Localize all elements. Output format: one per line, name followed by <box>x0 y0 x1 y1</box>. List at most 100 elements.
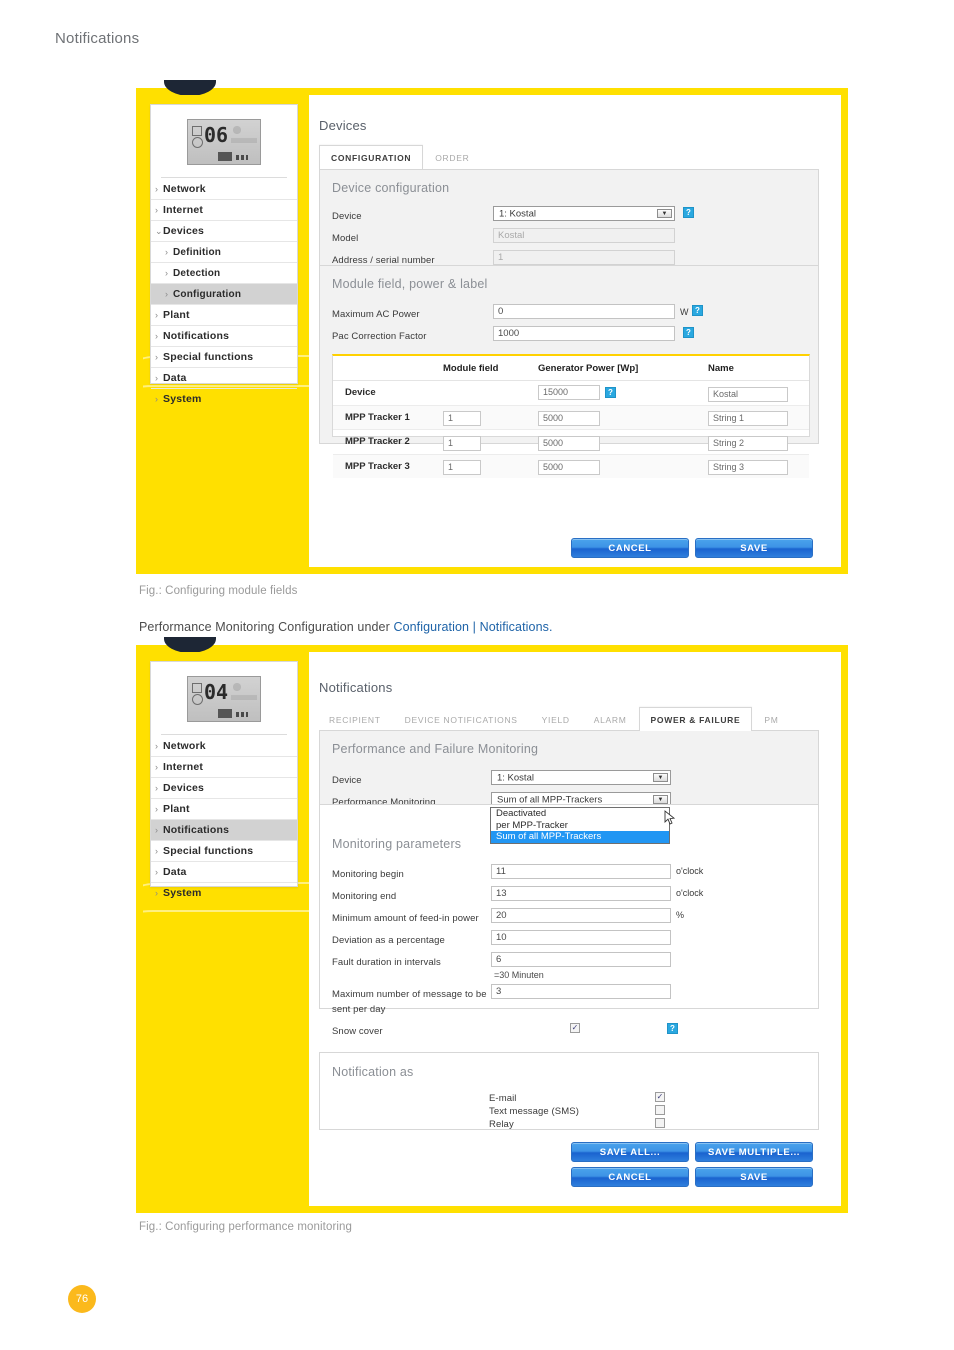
address-serial-field: 1 <box>493 250 675 265</box>
module-field-input[interactable]: 1 <box>443 435 481 451</box>
sidebar-item-definition[interactable]: › Definition <box>151 242 297 263</box>
snow-cover-checkbox[interactable] <box>570 1023 580 1033</box>
tab-configuration[interactable]: CONFIGURATION <box>319 145 424 169</box>
name-field[interactable]: String 3 <box>708 460 788 476</box>
table-header-generator-power: Generator Power [Wp] <box>538 362 639 374</box>
sidebar-item-label: Special functions <box>163 845 254 857</box>
tab-recipient[interactable]: RECIPIENT <box>317 707 393 731</box>
device-help-icon[interactable]: ? <box>683 207 694 218</box>
tab-yield[interactable]: YIELD <box>530 707 582 731</box>
minimum-feed-in-power-unit: % <box>676 910 685 920</box>
chevron-right-icon: › <box>155 867 159 877</box>
max-messages-label-line1: Maximum number of message to be <box>332 989 487 1000</box>
row-name: String 3 <box>708 457 809 476</box>
deviation-percentage-field[interactable]: 10 <box>491 930 671 945</box>
generator-power-field[interactable]: 15000 <box>538 385 600 401</box>
device-select[interactable]: 1: Kostal ▼ <box>493 206 675 221</box>
relay-checkbox[interactable] <box>655 1118 665 1128</box>
save-multiple-button[interactable]: SAVE MULTIPLE... <box>695 1142 813 1162</box>
fault-duration-field[interactable]: 6 <box>491 952 671 967</box>
pac-correction-help-icon[interactable]: ? <box>683 327 694 338</box>
sidebar-item-label: Detection <box>173 268 221 279</box>
maximum-ac-power-field[interactable]: 0 <box>493 304 675 319</box>
sidebar-item-detection[interactable]: › Detection <box>151 263 297 284</box>
monitoring-parameters-title: Monitoring parameters <box>332 837 462 851</box>
page-number-badge: 76 <box>68 1285 96 1313</box>
email-checkbox[interactable] <box>655 1092 665 1102</box>
chevron-right-icon: › <box>155 205 159 215</box>
row-label: MPP Tracker 2 <box>345 436 410 448</box>
generator-power-field[interactable]: 5000 <box>538 460 600 476</box>
sidebar-item-system[interactable]: › System <box>151 883 297 904</box>
generator-power-field[interactable]: 5000 <box>538 435 600 451</box>
save-button[interactable]: SAVE <box>695 538 813 558</box>
chevron-right-icon: › <box>155 352 159 362</box>
module-field-input[interactable]: 1 <box>443 460 481 476</box>
save-button[interactable]: SAVE <box>695 1167 813 1187</box>
snow-cover-help-icon[interactable]: ? <box>667 1023 678 1034</box>
monitoring-begin-field[interactable]: 11 <box>491 864 671 879</box>
minimum-feed-in-power-field[interactable]: 20 <box>491 908 671 923</box>
tab-alarm[interactable]: ALARM <box>582 707 639 731</box>
generator-power-help-icon[interactable]: ? <box>605 387 616 399</box>
cancel-button[interactable]: CANCEL <box>571 1167 689 1187</box>
device-configuration-title: Device configuration <box>332 181 450 195</box>
sidebar-item-label: Definition <box>173 247 222 258</box>
max-messages-field[interactable]: 3 <box>491 984 671 999</box>
sidebar-item-data[interactable]: › Data <box>151 862 297 883</box>
module-field-input[interactable]: 1 <box>443 411 481 427</box>
row-generator-power: 15000 ? <box>538 385 708 401</box>
sidebar-item-plant[interactable]: › Plant <box>151 305 297 326</box>
lcd-globe-icon <box>192 137 203 148</box>
sidebar-item-plant[interactable]: › Plant <box>151 799 297 820</box>
tab-bar: CONFIGURATION ORDER <box>319 145 481 169</box>
sidebar-item-internet[interactable]: › Internet <box>151 757 297 778</box>
monitoring-end-field[interactable]: 13 <box>491 886 671 901</box>
fault-duration-note: =30 Minuten <box>494 970 544 980</box>
tab-pm[interactable]: PM <box>752 707 790 731</box>
sidebar-item-devices[interactable]: ⌄ Devices <box>151 221 297 242</box>
sidebar-item-devices[interactable]: › Devices <box>151 778 297 799</box>
sidebar-item-label: Network <box>163 740 206 752</box>
table-row: Device 15000 ? Kostal <box>333 381 809 406</box>
device-lcd-display: 06 <box>187 119 261 165</box>
content-area: Notifications RECIPIENT DEVICE NOTIFICAT… <box>309 652 841 1206</box>
sidebar-item-notifications[interactable]: › Notifications <box>151 326 297 347</box>
device-select[interactable]: 1: Kostal ▼ <box>491 770 671 785</box>
chevron-right-icon: › <box>165 289 169 299</box>
tab-order[interactable]: ORDER <box>423 145 481 169</box>
tab-device-notifications[interactable]: DEVICE NOTIFICATIONS <box>393 707 530 731</box>
sidebar-item-data[interactable]: › Data <box>151 368 297 389</box>
dropdown-option-per-mpp-tracker[interactable]: per MPP-Tracker <box>491 820 669 832</box>
sidebar-item-configuration[interactable]: › Configuration <box>151 284 297 305</box>
lcd-digits: 06 <box>204 123 229 147</box>
sidebar-item-network[interactable]: › Network <box>151 736 297 757</box>
monitoring-begin-unit: o'clock <box>676 866 704 876</box>
sidebar-item-notifications[interactable]: › Notifications <box>151 820 297 841</box>
tab-power-and-failure[interactable]: POWER & FAILURE <box>638 707 753 731</box>
name-field[interactable]: String 2 <box>708 435 788 451</box>
figure-2-caption: Fig.: Configuring performance monitoring <box>139 1221 353 1233</box>
pac-correction-field[interactable]: 1000 <box>493 326 675 341</box>
sidebar-item-system[interactable]: › System <box>151 389 297 410</box>
tab-bar: RECIPIENT DEVICE NOTIFICATIONS YIELD ALA… <box>317 707 791 731</box>
dropdown-option-deactivated[interactable]: Deactivated <box>491 808 669 820</box>
performance-monitoring-dropdown-list[interactable]: Deactivated per MPP-Tracker Sum of all M… <box>490 807 670 844</box>
lcd-square-icon <box>192 126 202 136</box>
sidebar-item-internet[interactable]: › Internet <box>151 200 297 221</box>
cancel-button[interactable]: CANCEL <box>571 538 689 558</box>
sidebar-item-special-functions[interactable]: › Special functions <box>151 841 297 862</box>
name-field[interactable]: Kostal <box>708 386 788 402</box>
save-all-button[interactable]: SAVE ALL... <box>571 1142 689 1162</box>
chevron-right-icon: › <box>155 394 159 404</box>
sms-checkbox[interactable] <box>655 1105 665 1115</box>
sidebar-item-network[interactable]: › Network <box>151 179 297 200</box>
generator-power-field[interactable]: 5000 <box>538 411 600 427</box>
name-field[interactable]: String 1 <box>708 411 788 427</box>
sidebar-item-special-functions[interactable]: › Special functions <box>151 347 297 368</box>
maximum-ac-power-help-icon[interactable]: ? <box>692 305 703 316</box>
dropdown-option-sum-of-all-mpp-trackers[interactable]: Sum of all MPP-Trackers <box>491 831 669 843</box>
page-header: Notifications <box>55 30 140 47</box>
email-label: E-mail <box>489 1093 517 1104</box>
snow-cover-label: Snow cover <box>332 1026 383 1037</box>
